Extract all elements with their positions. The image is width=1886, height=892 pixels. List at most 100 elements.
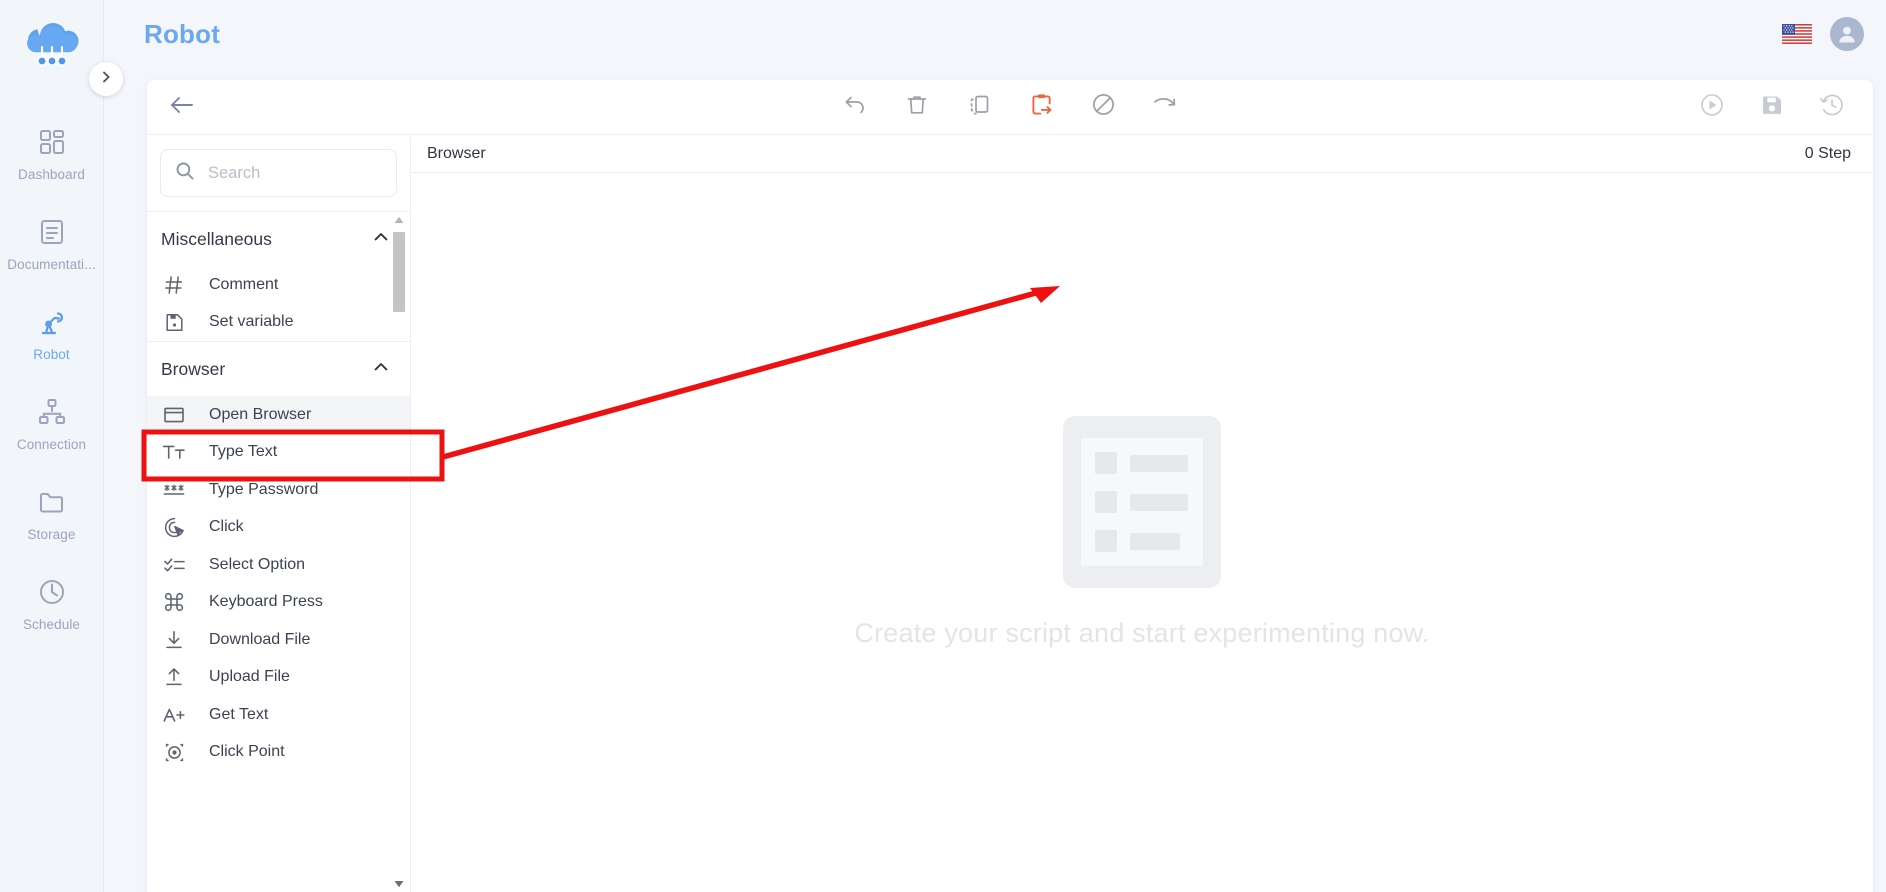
save-button[interactable] [1759, 94, 1785, 120]
palette-item-label: Click [209, 518, 244, 536]
undo-icon [843, 93, 867, 122]
redo-button[interactable] [1152, 94, 1178, 120]
sidebar-item-connection[interactable]: Connection [0, 390, 103, 480]
expand-sidebar-button[interactable] [89, 62, 123, 96]
us-flag-icon[interactable] [1782, 24, 1812, 44]
palette-item-label: Keyboard Press [209, 593, 323, 611]
app-root: Dashboard Documentati... Robot Connectio… [0, 0, 1886, 892]
browser-window-icon [161, 405, 187, 425]
play-circle-icon [1699, 92, 1725, 123]
palette-group-title: Browser [161, 358, 226, 379]
placeholder-bar [1130, 454, 1188, 472]
no-entry-icon [1091, 92, 1116, 122]
palette-item-label: Upload File [209, 668, 290, 686]
sidebar-item-documentation[interactable]: Documentati... [0, 210, 103, 300]
back-button[interactable] [169, 95, 195, 120]
palette-item-type-password[interactable]: Type Password [147, 471, 410, 509]
editor-card: Miscellaneous [147, 80, 1873, 892]
palette-scrollbar[interactable] [392, 212, 406, 892]
palette-item-label: Download File [209, 630, 311, 648]
sidebar-item-schedule[interactable]: Schedule [0, 570, 103, 660]
palette-item-keyboard-press[interactable]: Keyboard Press [147, 584, 410, 622]
placeholder-row [1095, 452, 1189, 474]
nav-item-list: Dashboard Documentati... Robot Connectio… [0, 120, 103, 660]
editor-body: Miscellaneous [147, 135, 1873, 892]
empty-state-message: Create your script and start experimenti… [854, 618, 1430, 648]
palette-item-label: Type Password [209, 480, 319, 498]
run-button[interactable] [1699, 92, 1725, 123]
palette-search-wrap [147, 135, 410, 211]
sidebar-item-dashboard[interactable]: Dashboard [0, 120, 103, 210]
chevron-up-icon [372, 358, 390, 381]
palette-item-get-text[interactable]: Get Text [147, 696, 410, 734]
caret-up-icon[interactable] [394, 212, 404, 228]
sidebar-item-label: Documentati... [7, 257, 96, 272]
header-right-actions [1782, 17, 1864, 51]
palette-item-label: Set variable [209, 313, 294, 331]
canvas-title: Browser [427, 144, 486, 162]
search-input[interactable] [208, 163, 382, 183]
scrollbar-track[interactable] [393, 228, 405, 876]
palette-item-label: Comment [209, 275, 279, 293]
palette-item-comment[interactable]: Comment [147, 266, 410, 304]
placeholder-bar [1130, 532, 1180, 550]
palette-item-click-point[interactable]: Click Point [147, 734, 410, 772]
disable-button[interactable] [1090, 94, 1116, 120]
palette-item-open-browser[interactable]: Open Browser [147, 396, 410, 434]
text-format-icon [161, 442, 187, 462]
sitemap-connection-icon [36, 396, 68, 428]
empty-script-placeholder-icon [1063, 416, 1221, 588]
canvas-empty-state: Create your script and start experimenti… [411, 173, 1873, 892]
crosshair-target-icon [161, 741, 187, 764]
chevron-up-icon [372, 228, 390, 251]
sidebar-item-storage[interactable]: Storage [0, 480, 103, 570]
placeholder-square [1095, 530, 1117, 552]
floppy-save-icon [1760, 93, 1784, 122]
robot-arm-icon [36, 306, 68, 338]
user-avatar-icon[interactable] [1830, 17, 1864, 51]
scrollbar-thumb[interactable] [393, 232, 405, 312]
download-icon [161, 629, 187, 651]
palette-item-label: Open Browser [209, 405, 312, 423]
palette-item-label: Select Option [209, 555, 306, 573]
step-count-label: 0 Step [1804, 144, 1851, 162]
palette-item-label: Click Point [209, 743, 285, 761]
palette-group-header-miscellaneous[interactable]: Miscellaneous [147, 212, 410, 266]
search-box[interactable] [160, 149, 397, 197]
asterisks-password-icon [161, 480, 187, 500]
clipboard-paste-icon [1029, 92, 1054, 122]
copy-button[interactable] [966, 94, 992, 120]
clock-history-icon [1819, 92, 1845, 123]
history-button[interactable] [1819, 94, 1845, 120]
palette-group-header-browser[interactable]: Browser [147, 342, 410, 396]
command-key-icon [161, 591, 187, 613]
undo-button[interactable] [842, 94, 868, 120]
palette-item-type-text[interactable]: Type Text [147, 434, 410, 472]
folder-icon [36, 486, 68, 518]
caret-down-icon[interactable] [394, 876, 404, 892]
page-title: Robot [144, 18, 221, 49]
arrow-left-icon [169, 95, 195, 120]
left-nav-rail: Dashboard Documentati... Robot Connectio… [0, 0, 104, 892]
page-header: Robot [104, 0, 1886, 68]
sidebar-item-label: Schedule [22, 617, 81, 632]
palette-item-click[interactable]: Click [147, 509, 410, 547]
paste-button[interactable] [1028, 94, 1054, 120]
palette-item-upload-file[interactable]: Upload File [147, 659, 410, 697]
hash-icon [161, 274, 187, 296]
sidebar-item-robot[interactable]: Robot [0, 300, 103, 390]
clock-icon [36, 576, 68, 608]
sidebar-item-label: Robot [33, 347, 70, 362]
toolbar-right-tools [1699, 92, 1845, 123]
palette-item-select-option[interactable]: Select Option [147, 546, 410, 584]
cursor-click-icon [161, 516, 187, 539]
delete-button[interactable] [904, 94, 930, 120]
placeholder-inner-panel [1081, 438, 1203, 566]
palette-item-label: Get Text [209, 705, 269, 723]
palette-group-title: Miscellaneous [161, 228, 272, 249]
sidebar-item-label: Storage [27, 527, 76, 542]
cloud-network-logo[interactable] [20, 14, 84, 76]
sidebar-item-label: Connection [16, 437, 87, 452]
palette-item-download-file[interactable]: Download File [147, 621, 410, 659]
palette-item-set-variable[interactable]: Set variable [147, 304, 410, 342]
